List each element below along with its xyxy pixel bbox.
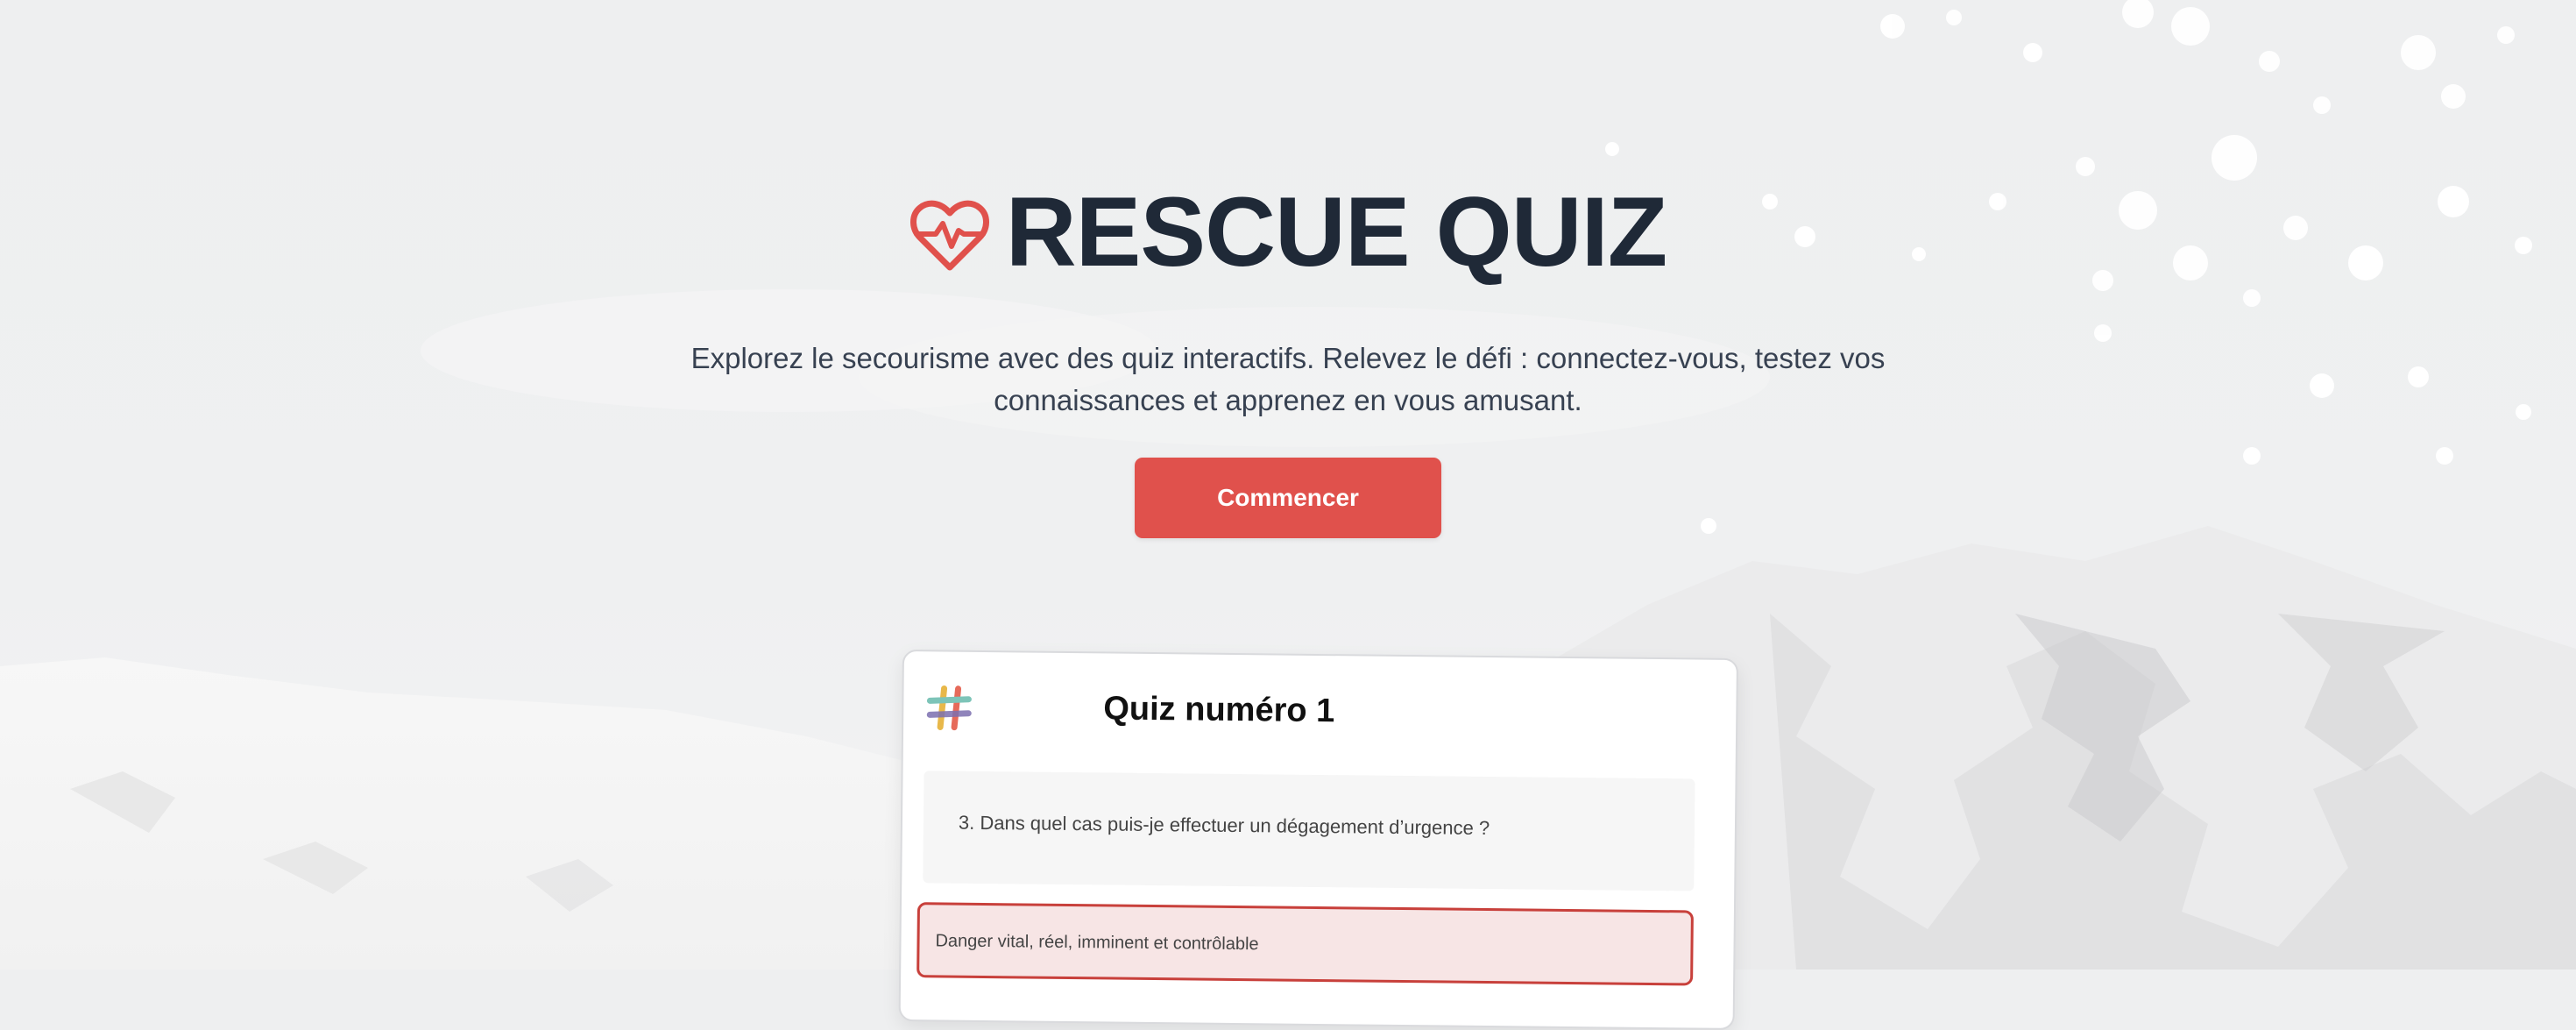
- question-box: 3. Dans quel cas puis-je effectuer un dé…: [923, 771, 1695, 891]
- heart-pulse-icon: [909, 199, 990, 273]
- hero-section: RESCUE QUIZ Explorez le secourisme avec …: [0, 0, 2576, 561]
- start-button[interactable]: Commencer: [1135, 458, 1441, 538]
- answer-option-label: Danger vital, réel, imminent et contrôla…: [935, 931, 1259, 955]
- question-text: 3. Dans quel cas puis-je effectuer un dé…: [958, 811, 1490, 840]
- hero-tagline: Explorez le secourisme avec des quiz int…: [690, 342, 1886, 416]
- answer-option[interactable]: Danger vital, réel, imminent et contrôla…: [916, 902, 1694, 986]
- quiz-card: Quiz numéro 1 3. Dans quel cas puis-je e…: [898, 650, 1738, 1030]
- app-title: RESCUE QUIZ: [1005, 177, 1667, 287]
- brand-header: RESCUE QUIZ: [0, 180, 2576, 285]
- quiz-title: Quiz numéro 1: [1103, 690, 1335, 730]
